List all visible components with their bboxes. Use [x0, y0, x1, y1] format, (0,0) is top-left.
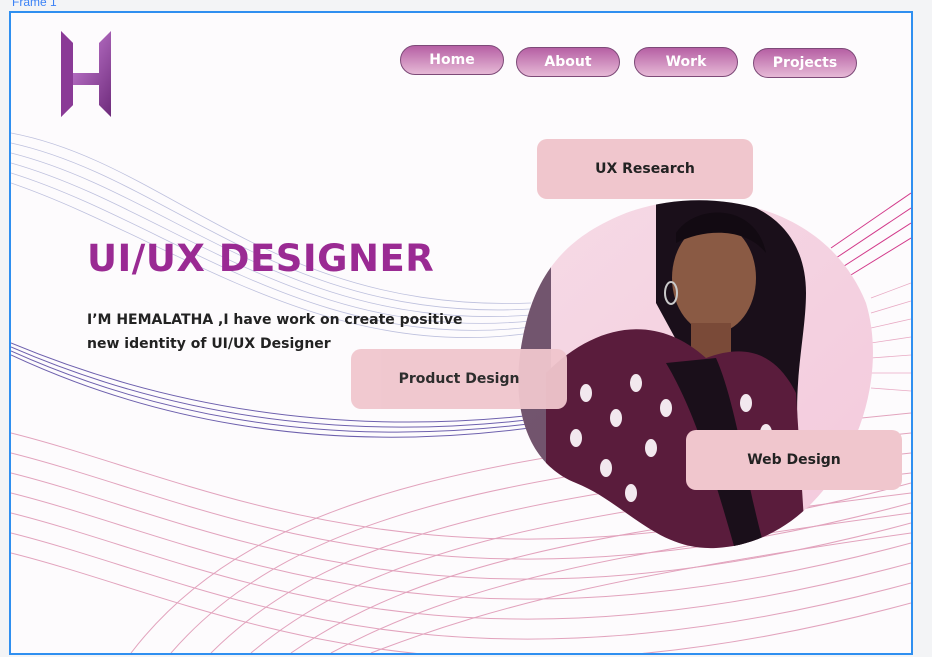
nav-home-button[interactable]: Home [400, 45, 504, 75]
frame-label: Frame 1 [12, 0, 57, 9]
nav-projects-button[interactable]: Projects [753, 48, 857, 78]
ux-research-tag: UX Research [537, 139, 753, 199]
product-design-tag: Product Design [351, 349, 567, 409]
web-design-tag: Web Design [686, 430, 902, 490]
nav-about-button[interactable]: About [516, 47, 620, 77]
design-frame: Home About Work Projects UI/UX DESIGNER … [9, 11, 913, 655]
nav-work-button[interactable]: Work [634, 47, 738, 77]
hero-title: UI/UX DESIGNER [87, 237, 435, 280]
h-letter-logo-icon [61, 31, 111, 117]
